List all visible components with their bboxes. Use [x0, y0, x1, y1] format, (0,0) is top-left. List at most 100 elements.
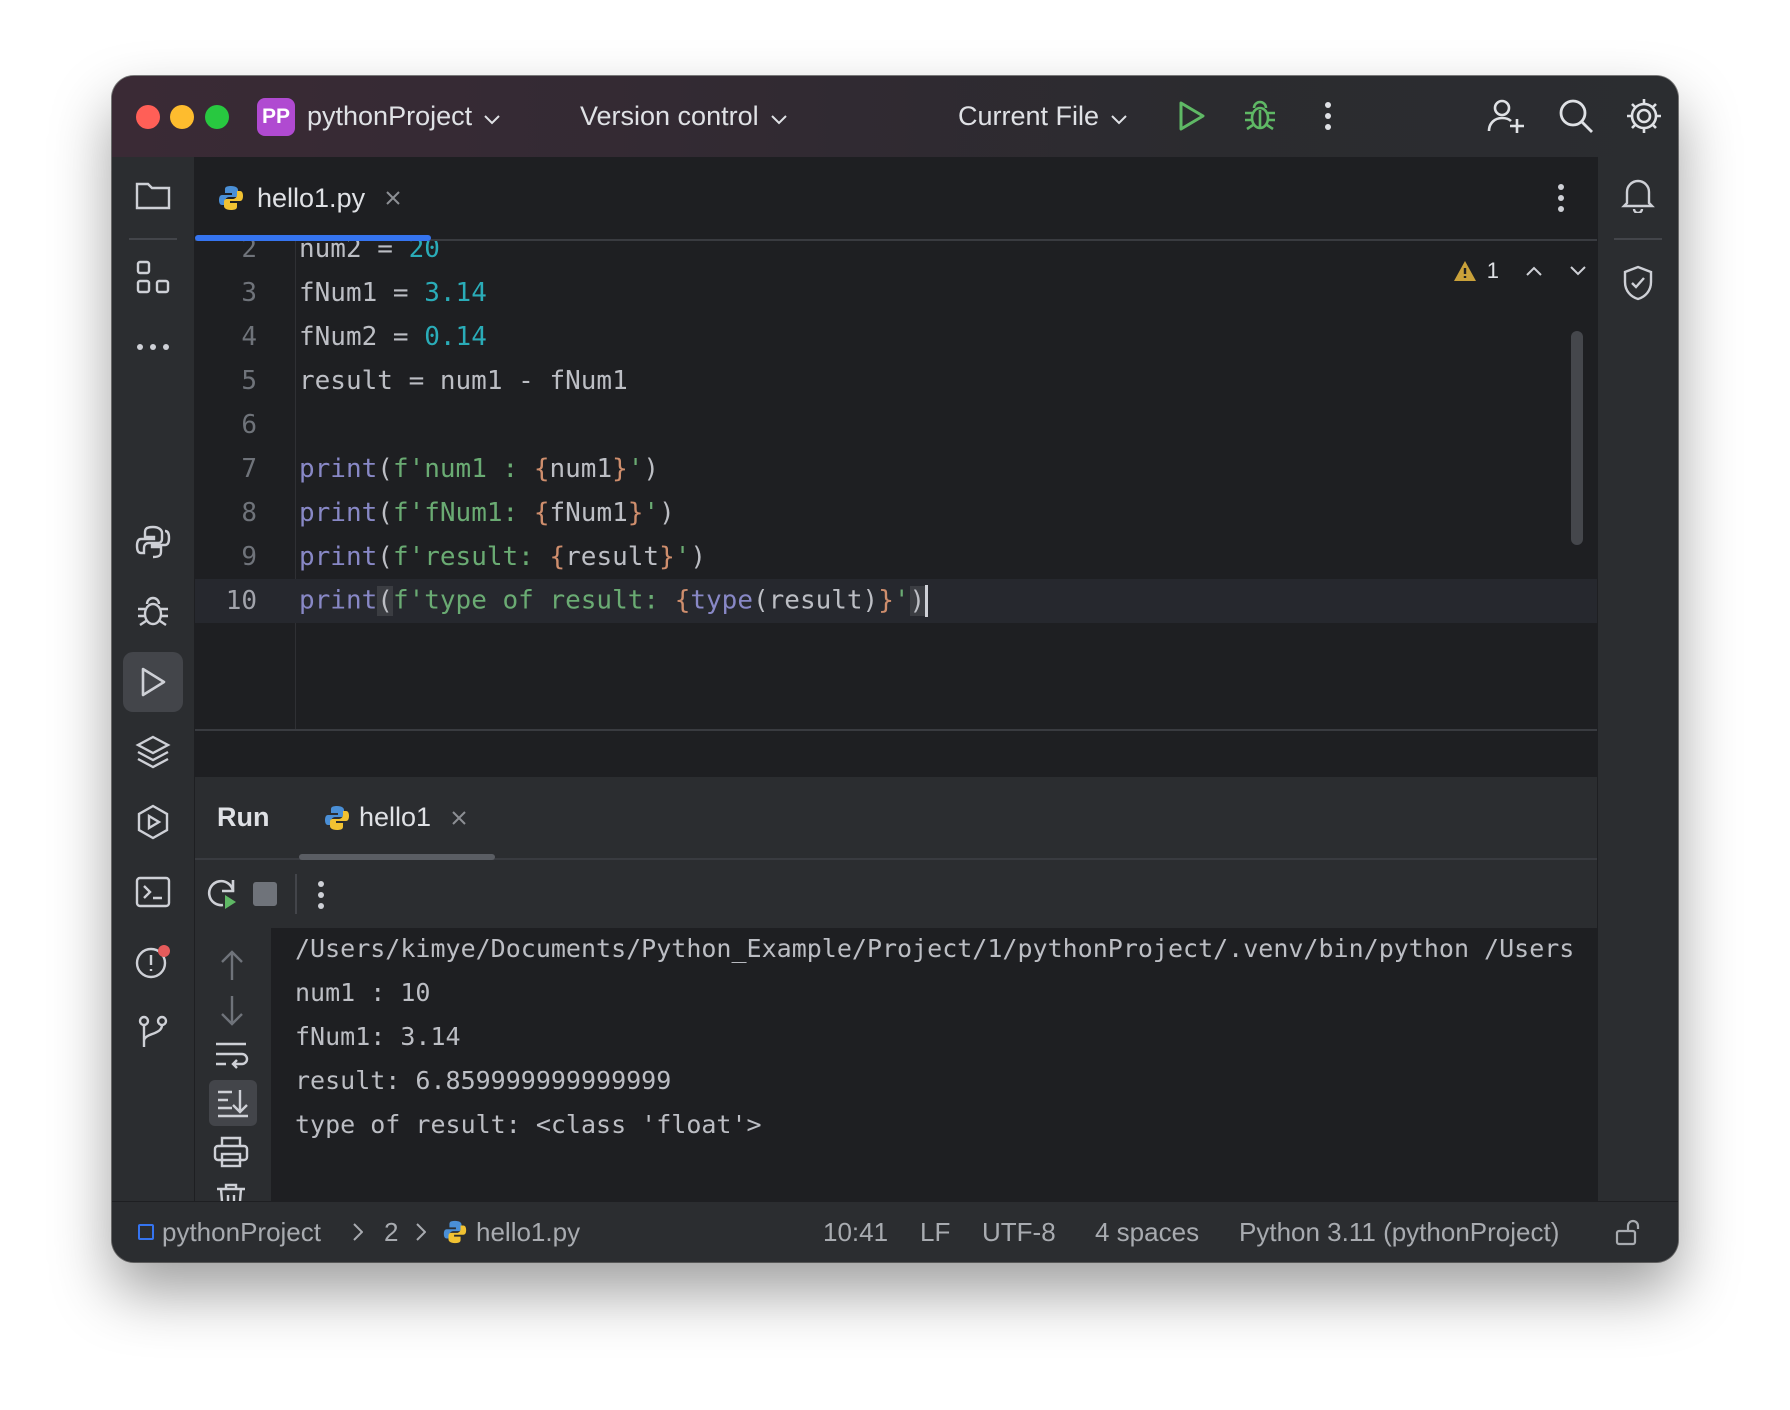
- print-icon[interactable]: [213, 1136, 249, 1173]
- line-number: 4: [241, 322, 257, 352]
- console-line: /Users/kimye/Documents/Python_Example/Pr…: [295, 933, 1575, 963]
- line-ending[interactable]: LF: [920, 1202, 950, 1262]
- line-number: 8: [241, 498, 257, 528]
- previous-highlight-icon[interactable]: [1525, 265, 1543, 277]
- code-line: 5 result = num1 - fNum1: [195, 359, 1597, 403]
- run-button[interactable]: [1172, 96, 1212, 136]
- terminal-icon[interactable]: [123, 862, 183, 922]
- breadcrumb-project[interactable]: pythonProject: [138, 1202, 321, 1262]
- security-shield-icon[interactable]: [1608, 253, 1668, 313]
- version-control-menu[interactable]: Version control: [580, 76, 787, 157]
- breadcrumb-separator-icon: [416, 1202, 426, 1262]
- add-user-icon[interactable]: [1486, 96, 1526, 136]
- code-line: 6: [195, 403, 1597, 447]
- close-run-tab-icon[interactable]: [451, 810, 467, 826]
- breadcrumb-project-label: pythonProject: [162, 1216, 321, 1247]
- services-icon[interactable]: [123, 792, 183, 852]
- next-highlight-icon[interactable]: [1569, 265, 1587, 277]
- line-number: 5: [241, 366, 257, 396]
- run-tab-hello1[interactable]: hello1: [323, 777, 467, 858]
- line-number: 10: [225, 586, 257, 616]
- problems-icon[interactable]: [123, 932, 183, 992]
- structure-icon[interactable]: [123, 247, 183, 307]
- console-line: result: 6.859999999999999: [295, 1065, 672, 1095]
- scroll-to-end-icon[interactable]: [209, 1080, 257, 1126]
- editor-tab-options-icon[interactable]: [1557, 183, 1565, 218]
- chevron-down-icon: [1111, 101, 1127, 132]
- run-panel-header: Run hello1: [195, 777, 1597, 860]
- run-tab-label: hello1: [359, 802, 432, 832]
- python-interpreter[interactable]: Python 3.11 (pythonProject): [1239, 1202, 1559, 1262]
- run-toolbar: [195, 860, 1597, 928]
- close-tab-icon[interactable]: [385, 190, 401, 206]
- rerun-icon[interactable]: [205, 876, 239, 915]
- breadcrumb-file[interactable]: hello1.py: [442, 1202, 580, 1262]
- code-line: 2 num2 = 20: [195, 241, 1597, 271]
- console-line: type of result: <class 'float'>: [295, 1109, 762, 1139]
- scroll-down-arrow-icon[interactable]: [217, 994, 247, 1033]
- inspection-widget[interactable]: 1: [1453, 251, 1587, 291]
- minimize-window-button[interactable]: [170, 105, 194, 129]
- warning-count: 1: [1486, 258, 1499, 283]
- left-tool-strip: [112, 157, 195, 1202]
- settings-gear-icon[interactable]: [1624, 96, 1664, 136]
- project-folder-icon[interactable]: [123, 165, 183, 225]
- git-branch-icon[interactable]: [123, 1002, 183, 1062]
- console-line: num1 : 10: [295, 977, 431, 1007]
- close-window-button[interactable]: [136, 105, 160, 129]
- console-line: fNum1: 3.14: [295, 1021, 461, 1051]
- breadcrumb-folder[interactable]: 2: [384, 1202, 398, 1262]
- python-file-icon: [442, 1219, 468, 1245]
- version-control-label: Version control: [580, 101, 759, 131]
- search-icon[interactable]: [1556, 96, 1596, 136]
- notifications-bell-icon[interactable]: [1608, 165, 1668, 225]
- code-line: 8 print(f'fNum1: {fNum1}'): [195, 491, 1597, 535]
- run-more-options-icon[interactable]: [317, 880, 325, 915]
- run-config-label: Current File: [958, 101, 1100, 131]
- more-tools-icon[interactable]: [123, 317, 183, 377]
- run-panel-title: Run: [217, 802, 270, 832]
- editor-tab-hello1[interactable]: hello1.py: [217, 157, 411, 239]
- code-editor[interactable]: 2 num2 = 20 3 fNum1 = 3.14 4 fNum2 = 0.1…: [195, 241, 1597, 729]
- chevron-down-icon: [484, 101, 500, 132]
- code-line: 7 print(f'num1 : {num1}'): [195, 447, 1597, 491]
- run-tool-icon[interactable]: [123, 652, 183, 712]
- debug-tool-icon[interactable]: [123, 582, 183, 642]
- text-cursor: [925, 585, 929, 617]
- caret-position[interactable]: 10:41: [823, 1202, 888, 1262]
- project-badge: PP: [257, 97, 295, 136]
- breadcrumb-separator-icon: [353, 1202, 363, 1262]
- python-file-icon: [217, 184, 245, 212]
- soft-wrap-icon[interactable]: [213, 1040, 249, 1075]
- editor-scrollbar[interactable]: [1571, 331, 1583, 545]
- line-number: 3: [241, 278, 257, 308]
- lock-icon[interactable]: [1614, 1202, 1642, 1262]
- code-line: 3 fNum1 = 3.14: [195, 271, 1597, 315]
- project-square-icon: [138, 1224, 154, 1240]
- debug-button[interactable]: [1240, 96, 1280, 136]
- python-console-icon[interactable]: [123, 512, 183, 572]
- file-encoding[interactable]: UTF-8: [982, 1202, 1056, 1262]
- chevron-down-icon: [770, 101, 787, 132]
- ide-window: PP pythonProject Version control Current…: [112, 76, 1678, 1262]
- line-number: 2: [241, 241, 257, 264]
- line-number: 6: [241, 410, 257, 440]
- run-console-output[interactable]: /Users/kimye/Documents/Python_Example/Pr…: [271, 928, 1597, 1202]
- code-line: 9 print(f'result: {result}'): [195, 535, 1597, 579]
- run-configuration-selector[interactable]: Current File: [958, 76, 1127, 157]
- zoom-window-button[interactable]: [205, 105, 229, 129]
- line-number: 9: [241, 542, 257, 572]
- status-bar: pythonProject 2 hello1.py 10:41 LF UTF-8…: [112, 1201, 1678, 1262]
- project-selector[interactable]: PP pythonProject: [257, 76, 500, 157]
- warning-triangle-icon: [1453, 260, 1477, 282]
- scroll-up-arrow-icon[interactable]: [217, 948, 247, 987]
- breadcrumb-file-label: hello1.py: [476, 1216, 581, 1247]
- indent-setting[interactable]: 4 spaces: [1095, 1202, 1199, 1262]
- layers-icon[interactable]: [123, 722, 183, 782]
- console-actions-strip: [195, 928, 271, 1216]
- stop-icon[interactable]: [253, 882, 277, 906]
- line-number: 7: [241, 454, 257, 484]
- title-bar: PP pythonProject Version control Current…: [112, 76, 1678, 157]
- project-name: pythonProject: [307, 101, 473, 131]
- more-actions-icon[interactable]: [1308, 96, 1348, 136]
